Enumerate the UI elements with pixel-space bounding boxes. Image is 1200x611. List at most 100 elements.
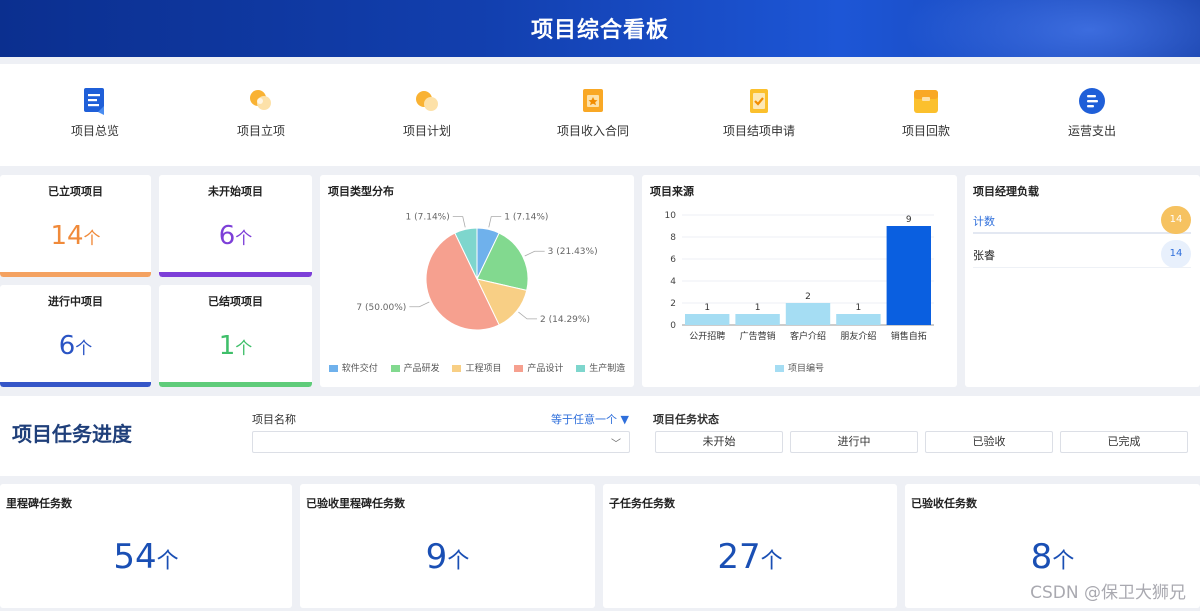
y-tick-label: 2 bbox=[670, 299, 676, 309]
nav-label: 项目回款 bbox=[901, 124, 950, 138]
bar bbox=[886, 226, 931, 325]
pie-data-label: 3 (21.43%) bbox=[548, 247, 598, 257]
stat-accent-bar bbox=[0, 272, 151, 277]
pie-label-line bbox=[524, 250, 545, 257]
project-source-card: 项目来源 0 2 4 6 8 10 1 公开招聘 1 广告营销 2 客户介绍 1 朋友介绍 9 销售自拓 项目… bbox=[642, 175, 957, 387]
stat-value: 1个 bbox=[218, 331, 253, 361]
manager-row[interactable]: 张睿 14 bbox=[973, 240, 1191, 268]
stat-value: 6个 bbox=[58, 331, 93, 361]
watermark: CSDN @保卫大狮兄 bbox=[1030, 583, 1186, 603]
chevron-down-icon: ﹀ bbox=[611, 439, 621, 450]
legend-swatch bbox=[576, 365, 586, 372]
legend-swatch bbox=[452, 365, 462, 372]
stat-title: 进行中项目 bbox=[48, 295, 103, 308]
legend-swatch bbox=[328, 365, 338, 372]
document-icon bbox=[81, 86, 109, 116]
bar bbox=[685, 314, 730, 325]
bar-data-label: 1 bbox=[856, 303, 862, 313]
nav-item-closure-request[interactable]: 项目结项申请 bbox=[699, 86, 819, 139]
stat-accent-bar bbox=[159, 272, 312, 277]
contract-icon bbox=[579, 86, 607, 116]
pie-label-line bbox=[409, 301, 430, 308]
stat-accent-bar bbox=[0, 382, 151, 387]
x-tick-label: 公开招聘 bbox=[689, 330, 725, 342]
task-count: 9个 bbox=[425, 537, 470, 577]
stat-title: 未开始项目 bbox=[208, 185, 263, 198]
y-tick-label: 4 bbox=[670, 277, 676, 287]
nav-item-operating-expense[interactable]: 运营支出 bbox=[1032, 86, 1152, 139]
task-card-subtask: 子任务任务数 27个 bbox=[603, 484, 897, 608]
pie-data-label: 7 (50.00%) bbox=[356, 303, 406, 313]
legend-item[interactable]: 项目编号 bbox=[774, 364, 824, 374]
card-title: 已验收任务数 bbox=[911, 497, 977, 510]
planet-icon bbox=[413, 86, 441, 116]
manager-row-header: 计数 14 bbox=[973, 206, 1191, 234]
page-title: 项目综合看板 bbox=[530, 18, 669, 43]
stat-card-closed: 已结项项目 1个 bbox=[159, 285, 312, 387]
stat-value: 6个 bbox=[218, 221, 253, 251]
card-title: 子任务任务数 bbox=[609, 497, 675, 510]
nav-item-revenue-contract[interactable]: 项目收入合同 bbox=[533, 86, 653, 139]
legend-item[interactable]: 工程项目 bbox=[452, 364, 502, 374]
check-card-icon bbox=[745, 86, 773, 116]
pie-chart: 1 (7.14%) 3 (21.43%) 2 (14.29%) 7 (50.00%) 1… bbox=[356, 213, 598, 331]
project-name-select[interactable]: ﹀ bbox=[252, 431, 630, 453]
y-tick-label: 10 bbox=[665, 211, 677, 221]
legend-item[interactable]: 软件交付 bbox=[328, 364, 378, 374]
legend-item[interactable]: 产品设计 bbox=[514, 364, 563, 374]
nav-label: 项目立项 bbox=[236, 124, 285, 138]
stat-card-established: 已立项项目 14个 bbox=[0, 175, 151, 277]
nav-item-payment[interactable]: 项目回款 bbox=[866, 86, 986, 139]
nav-label: 项目总览 bbox=[70, 124, 119, 138]
bar bbox=[836, 314, 881, 325]
project-type-card: 项目类型分布 1 (7.14%) 3 (21.43%) 2 (14.29%) 7 (5… bbox=[320, 175, 634, 387]
legend-item[interactable]: 产品研发 bbox=[390, 364, 440, 374]
stat-accent-bar bbox=[159, 382, 312, 387]
task-card-milestone: 里程碑任务数 54个 bbox=[0, 484, 292, 608]
count-badge: 14 bbox=[1161, 206, 1191, 234]
legend-swatch bbox=[514, 365, 524, 372]
nav-item-plan[interactable]: 项目计划 bbox=[367, 86, 487, 139]
nav-item-overview[interactable]: 项目总览 bbox=[35, 86, 155, 139]
manager-load-card: 项目经理负载 计数 14 张睿 14 bbox=[965, 175, 1200, 387]
filter-operator-dropdown[interactable]: 等于任意一个 ▼ bbox=[551, 411, 629, 427]
card-title: 里程碑任务数 bbox=[6, 497, 72, 510]
task-count: 54个 bbox=[113, 537, 179, 577]
bar-data-label: 9 bbox=[906, 215, 912, 225]
caret-down-icon: ▼ bbox=[620, 413, 629, 426]
task-status-label: 项目任务状态 bbox=[653, 413, 719, 426]
pie-data-label: 1 (7.14%) bbox=[504, 213, 548, 223]
card-title: 项目经理负载 bbox=[973, 185, 1039, 198]
status-option-accepted[interactable]: 已验收 bbox=[925, 431, 1053, 453]
y-tick-label: 8 bbox=[670, 233, 676, 243]
bar-chart: 0 2 4 6 8 10 1 公开招聘 1 广告营销 2 客户介绍 1 朋友介绍 9 销售自拓 bbox=[665, 211, 934, 342]
wallet-icon bbox=[912, 86, 940, 116]
manager-name: 张睿 bbox=[973, 249, 995, 262]
nav-label: 项目收入合同 bbox=[556, 124, 629, 138]
status-option-completed[interactable]: 已完成 bbox=[1060, 431, 1188, 453]
x-tick-label: 广告营销 bbox=[740, 330, 776, 342]
legend-item[interactable]: 生产制造 bbox=[576, 364, 625, 374]
module-nav: 项目总览 项目立项 项目计划 项目收入合同 项目结项申请 项目回款 运营支出 bbox=[0, 64, 1200, 166]
nav-label: 项目结项申请 bbox=[722, 124, 795, 138]
x-tick-label: 朋友介绍 bbox=[840, 330, 876, 342]
task-count: 27个 bbox=[717, 537, 783, 577]
bar bbox=[785, 303, 831, 325]
pie-label-line bbox=[452, 216, 466, 228]
legend-swatch bbox=[390, 365, 400, 372]
bar-legend: 项目编号 bbox=[642, 361, 957, 374]
manager-name: 计数 bbox=[973, 215, 995, 228]
status-option-in-progress[interactable]: 进行中 bbox=[790, 431, 918, 453]
y-tick-label: 6 bbox=[670, 255, 676, 265]
legend-swatch bbox=[774, 365, 784, 372]
nav-item-initiation[interactable]: 项目立项 bbox=[201, 86, 321, 139]
x-tick-label: 客户介绍 bbox=[790, 330, 826, 342]
y-tick-label: 0 bbox=[670, 321, 676, 331]
nav-label: 项目计划 bbox=[402, 124, 451, 138]
stat-title: 已结项项目 bbox=[208, 295, 263, 308]
pie-data-label: 1 (7.14%) bbox=[406, 213, 450, 223]
status-option-not-started[interactable]: 未开始 bbox=[655, 431, 783, 453]
sun-cloud-icon bbox=[247, 86, 275, 116]
card-title: 已验收里程碑任务数 bbox=[306, 497, 405, 510]
stat-card-not-started: 未开始项目 6个 bbox=[159, 175, 312, 277]
